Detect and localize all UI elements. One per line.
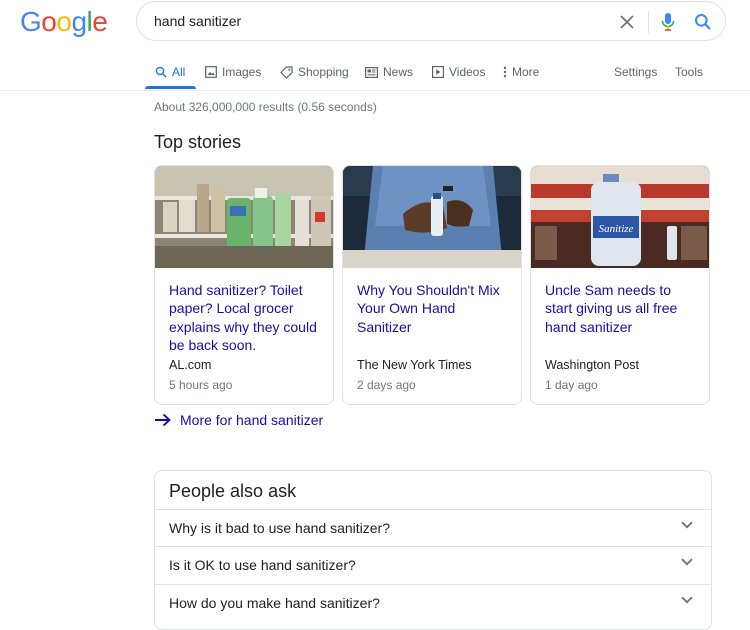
play-icon [432,66,444,78]
chevron-down-icon [681,558,693,566]
news-thumbnail [343,166,521,268]
tab-label: All [172,65,186,79]
logo-letter: G [20,6,42,37]
svg-text:Sanitize: Sanitize [599,223,634,235]
logo-letter: o [56,6,72,37]
logo-letter: g [71,6,87,37]
logo-letter: e [92,6,108,37]
paa-question-text: Why is it bad to use hand sanitizer? [169,520,391,536]
tab-more[interactable]: More [503,62,539,82]
news-card[interactable]: Hand sanitizer? Toilet paper? Local groc… [154,165,334,405]
chevron-down-icon [681,596,693,604]
search-icon [155,66,167,78]
more-stories-label: More for hand sanitizer [180,412,324,428]
logo-letter: o [41,6,57,37]
tools-link[interactable]: Tools [675,62,703,82]
search-divider [648,11,649,33]
search-input[interactable] [154,11,594,31]
tag-icon [280,65,293,79]
news-card[interactable]: Why You Shouldn't Mix Your Own Hand Sani… [342,165,522,405]
more-stories-link[interactable]: More for hand sanitizer [154,410,323,430]
tab-label: Shopping [298,65,349,79]
search-box [136,1,726,41]
mic-icon[interactable] [658,12,678,32]
search-tabs: All Images Shopping News Videos More Set… [0,57,750,91]
news-thumbnail: Sanitize [531,166,709,268]
news-source: The New York Times [357,358,472,372]
google-logo[interactable]: Google [20,6,108,38]
search-icon[interactable] [693,12,713,32]
chevron-down-icon [681,521,693,529]
news-headline[interactable]: Hand sanitizer? Toilet paper? Local groc… [169,281,321,354]
close-icon[interactable] [617,12,637,32]
result-stats: About 326,000,000 results (0.56 seconds) [154,100,377,114]
paa-question[interactable]: Is it OK to use hand sanitizer? [155,546,711,584]
tab-label: News [383,65,414,79]
paa-question[interactable]: Why is it bad to use hand sanitizer? [155,509,711,547]
people-also-ask: People also ask Why is it bad to use han… [154,470,712,630]
active-tab-indicator [145,86,196,89]
settings-link[interactable]: Settings [614,62,657,82]
tab-news[interactable]: News [365,62,413,82]
paa-question[interactable]: How do you make hand sanitizer? [155,584,711,622]
news-time: 5 hours ago [169,378,233,392]
news-headline[interactable]: Why You Shouldn't Mix Your Own Hand Sani… [357,281,509,336]
paa-question-text: Is it OK to use hand sanitizer? [169,557,356,573]
news-thumbnail [155,166,333,268]
news-card[interactable]: Sanitize Uncle Sam needs to start giving… [530,165,710,405]
tab-images[interactable]: Images [205,62,261,82]
people-also-ask-heading: People also ask [169,481,297,501]
tab-label: Images [222,65,262,79]
news-time: 1 day ago [545,378,598,392]
paa-question-text: How do you make hand sanitizer? [169,595,380,611]
tab-label: More [512,65,540,79]
news-source: AL.com [169,358,212,372]
tab-videos[interactable]: Videos [432,62,485,82]
tab-shopping[interactable]: Shopping [280,62,349,82]
tab-label: Videos [449,65,486,79]
image-icon [205,66,217,78]
top-stories-heading: Top stories [154,132,242,152]
news-headline[interactable]: Uncle Sam needs to start giving us all f… [545,281,697,336]
arrow-right-icon [155,413,171,427]
tab-all[interactable]: All [155,62,185,82]
more-vert-icon [503,66,507,78]
news-time: 2 days ago [357,378,416,392]
newspaper-icon [365,66,378,78]
news-source: Washington Post [545,358,640,372]
